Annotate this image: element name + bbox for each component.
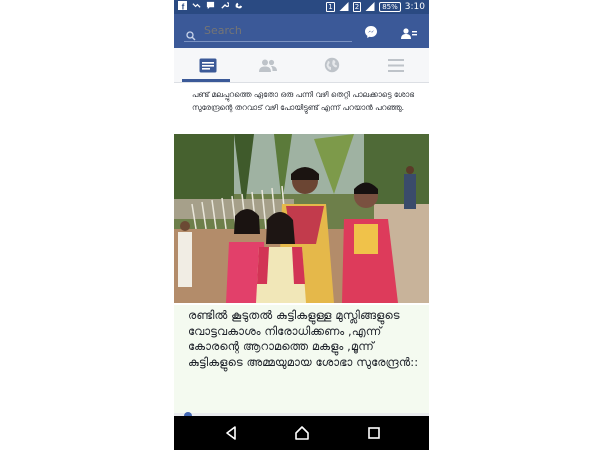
signal-icon-2 (365, 1, 375, 13)
globe-icon (324, 57, 340, 73)
facebook-icon: f (178, 1, 187, 13)
post-caption: പണ്ട് മലപ്പുറത്തെ ഏതോ ഒരു പന്നി വഴി തെറ്… (192, 90, 415, 112)
tab-bar (174, 48, 429, 83)
tab-more[interactable] (366, 48, 426, 82)
android-nav-bar (174, 416, 429, 450)
feed-post: പണ്ട് മലപ്പുറത്തെ ഏതോ ഒരു പന്നി വഴി തെറ്… (174, 83, 429, 416)
svg-text:f: f (182, 3, 185, 10)
search-input[interactable] (204, 23, 344, 39)
post-photo[interactable] (174, 134, 429, 303)
active-tab-indicator (182, 79, 230, 82)
wrench-icon (220, 1, 230, 13)
status-bar-system: 1 2 85% 3:10 (326, 1, 429, 13)
voicemail-icon (234, 1, 243, 13)
phone-screen: f 1 2 85% 3:10 Search പണ്ട് മലപ്പുറത്തെ … (174, 0, 429, 450)
friend-requests-icon[interactable] (401, 25, 417, 39)
photo-illustration (174, 134, 429, 303)
messenger-icon[interactable] (364, 24, 378, 38)
battery-indicator: 85% (379, 2, 401, 12)
search-icon[interactable] (186, 26, 196, 41)
search-underline (184, 41, 352, 42)
friends-icon (259, 59, 277, 72)
status-bar: f 1 2 85% 3:10 (174, 0, 429, 14)
status-bar-notifications: f (174, 1, 243, 13)
home-icon[interactable] (294, 425, 310, 441)
message-icon (206, 1, 215, 13)
signal-icon (339, 1, 349, 13)
back-icon[interactable] (223, 425, 239, 441)
meme-text-panel: രണ്ടിൽ കൂടുതൽ കുട്ടികളുള്ള മുസ്ലിങ്ങളുടെ… (174, 305, 429, 413)
news-feed-icon (199, 58, 217, 72)
tab-friends[interactable] (238, 48, 298, 82)
tab-news-feed[interactable] (178, 48, 238, 82)
top-bar (174, 14, 429, 48)
menu-icon (388, 58, 404, 72)
tab-notifications[interactable] (302, 48, 362, 82)
sim2-badge: 2 (352, 2, 362, 12)
recent-apps-icon[interactable] (366, 425, 382, 441)
clock: 3:10 (404, 2, 425, 12)
sim1-badge: 1 (326, 2, 335, 12)
missed-call-icon (192, 1, 201, 13)
meme-text: രണ്ടിൽ കൂടുതൽ കുട്ടികളുള്ള മുസ്ലിങ്ങളുടെ… (188, 308, 419, 369)
